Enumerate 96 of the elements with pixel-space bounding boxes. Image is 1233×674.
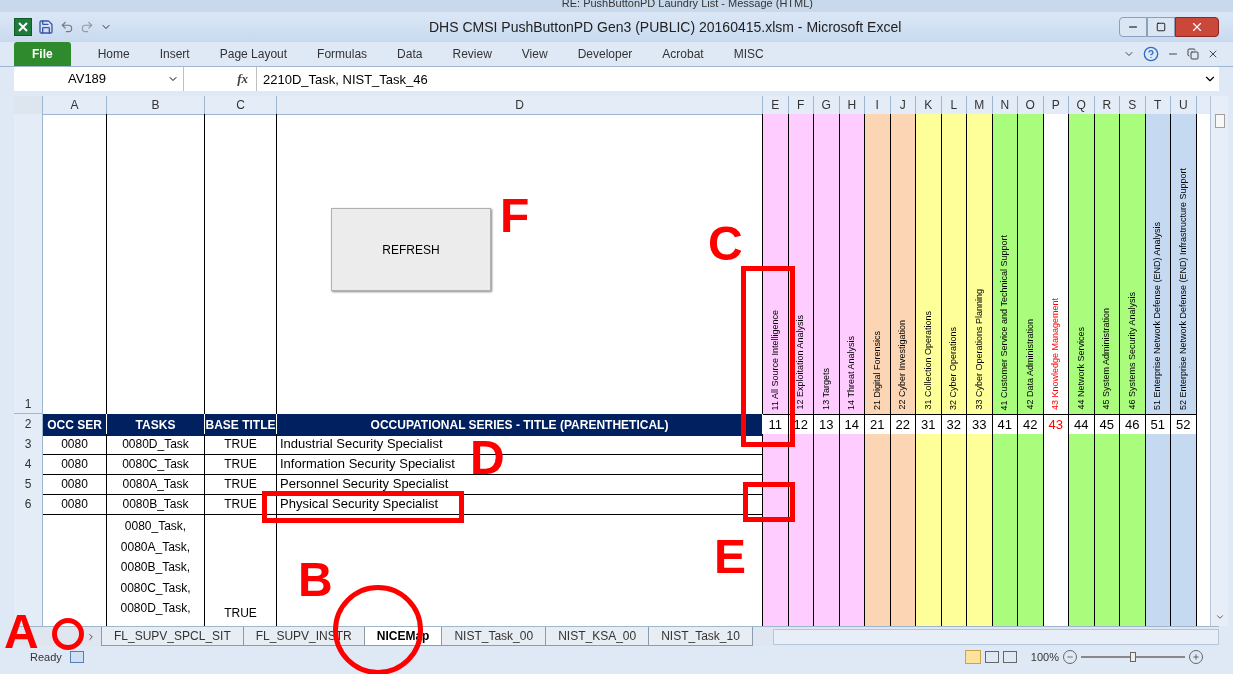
column-heading-label: 11 All Source Intelligence [769,309,781,410]
column-heading-label: 32 Cyber Operations [948,326,960,410]
sheet-tab[interactable]: FL_SUPV_SPCL_SIT [101,627,244,646]
column-heading-label: 52 Enterprise Network Defense (END) Infrastructure Support [1177,167,1189,410]
close-workbook-icon[interactable] [1207,48,1219,60]
maximize-icon [1156,22,1166,32]
vertical-scrollbar[interactable] [1210,96,1228,626]
ribbon-tab[interactable]: Acrobat [649,42,717,66]
column-heading-label: 41 Customer Service and Technical Support [999,234,1011,410]
annotation-letter: B [298,556,333,604]
row-header[interactable]: 1 [14,114,43,414]
zoom-level[interactable]: 100% [1030,648,1059,666]
table-cell: 0080C_Task [107,454,205,475]
column-heading-label: 22 Cyber Investigation [897,320,909,410]
ribbon-tab[interactable]: Review [439,42,505,66]
ribbon-tab[interactable]: Home [84,42,143,66]
excel-logo-icon [14,18,32,36]
close-button[interactable] [1175,17,1219,37]
ribbon-tab[interactable]: Formulas [304,42,381,66]
column-header[interactable]: A [43,96,107,115]
sheet-tab[interactable]: NIST_KSA_00 [545,627,650,646]
column-heading-label: 31 Collection Operations [922,311,934,410]
scroll-down-icon[interactable] [1214,612,1225,622]
column-heading-label: 42 Data Administration [1024,319,1036,410]
column-heading-label: 46 Systems Security Analysis [1126,292,1138,410]
restore-workbook-icon[interactable] [1187,48,1199,60]
table-cell: 0080D_Task [107,434,205,455]
column-heading-label: 33 Cyber Operations Planning [973,289,985,410]
table-cell: TRUE [205,454,277,475]
table-cell: 0080B_Task [107,494,205,515]
column-heading-label: 45 System Administration [1101,308,1113,410]
ribbon-tab[interactable]: Insert [146,42,203,66]
table-cell: 0080 [43,494,107,515]
horizontal-scrollbar[interactable] [772,628,1219,645]
maximize-button[interactable] [1147,17,1175,37]
annotation-rectangle [743,482,795,522]
macro-record-icon[interactable] [69,651,84,663]
table-cell: TRUE [205,434,277,455]
column-heading-label: 44 Network Services [1075,327,1087,410]
table-cell: 0080 [43,474,107,495]
annotation-letter: C [708,220,743,268]
column-header[interactable]: D [277,96,763,115]
annotation-letter: E [714,533,746,581]
ribbon-tab[interactable]: Data [384,42,436,66]
normal-view-icon[interactable] [964,650,981,664]
table-cell-text: TRUE [224,605,257,622]
table-cell: 0080 [43,434,107,455]
table-cell: TRUE [205,474,277,495]
ribbon-tab[interactable]: File [14,42,71,66]
name-box[interactable]: AV189 [14,67,184,91]
row-header[interactable]: 5 [14,474,43,495]
column-heading-label: 43 Knowledge Management [1050,297,1062,410]
column-header[interactable]: C [205,96,277,115]
annotation-letter: F [500,192,530,240]
undo-icon[interactable] [60,20,74,34]
page-layout-view-icon[interactable] [984,651,999,663]
column-heading-label: 13 Targets [820,368,832,410]
row-header[interactable]: 4 [14,454,43,475]
sheet-tab[interactable]: NIST_Task_00 [441,627,547,646]
header-cell: TASKS [107,414,205,436]
ribbon-tab[interactable]: Page Layout [206,42,301,66]
sheet-tab[interactable]: NIST_Task_10 [648,627,753,646]
next-sheet-icon[interactable] [86,631,96,642]
row-header[interactable]: 6 [14,494,43,515]
table-cell: Physical Security Specialist [277,494,763,515]
minimize-button[interactable] [1119,17,1147,37]
header-cell: OCC SER [43,414,107,436]
table-cell: 0080A_Task [107,474,205,495]
zoom-slider[interactable] [1081,651,1185,663]
ribbon-tab[interactable]: View [508,42,561,66]
scrollbar-thumb[interactable] [1214,114,1225,128]
save-icon[interactable] [38,19,54,35]
header-cell: OCCUPATIONAL SERIES - TITLE (PARENTHETICAL) [277,414,763,436]
page-break-view-icon[interactable] [1002,651,1017,663]
background-window-title: RE: PushButtonPD Laundry List - Message (HTML) [561,0,813,11]
help-icon[interactable] [1143,46,1159,62]
formula-input[interactable]: 2210D_Task, NIST_Task_46 [256,67,1203,91]
ribbon-tab[interactable]: Developer [564,42,646,66]
table-cell: 0080 [43,454,107,475]
ribbon-tab[interactable]: MISC [720,42,777,66]
column-heading-label: 14 Threat Analysis [846,336,858,410]
column-heading-label: 21 Digital Forensics [871,330,883,410]
function-icon[interactable]: fx [184,67,256,91]
window-title: DHS CMSI PushButtonPD Gen3 (PUBLIC) 20160415.xlsm - Microsoft Excel [429,17,902,37]
row-header[interactable]: 2 [14,414,43,436]
column-heading-label: 12 Exploitation Analysis [795,315,807,410]
header-cell: BASE TITLE [205,414,277,436]
column-heading-label: 51 Enterprise Network Defense (END) Analysis [1152,221,1164,410]
refresh-button[interactable]: REFRESH [331,208,491,291]
redo-icon[interactable] [80,20,94,34]
zoom-slider-thumb[interactable] [1130,652,1136,662]
table-cell: TRUE [205,494,277,515]
column-header[interactable]: B [107,96,205,115]
close-icon [1190,20,1204,34]
table-cell: Personnel Security Specialist [277,474,763,495]
row-header[interactable]: 3 [14,434,43,455]
